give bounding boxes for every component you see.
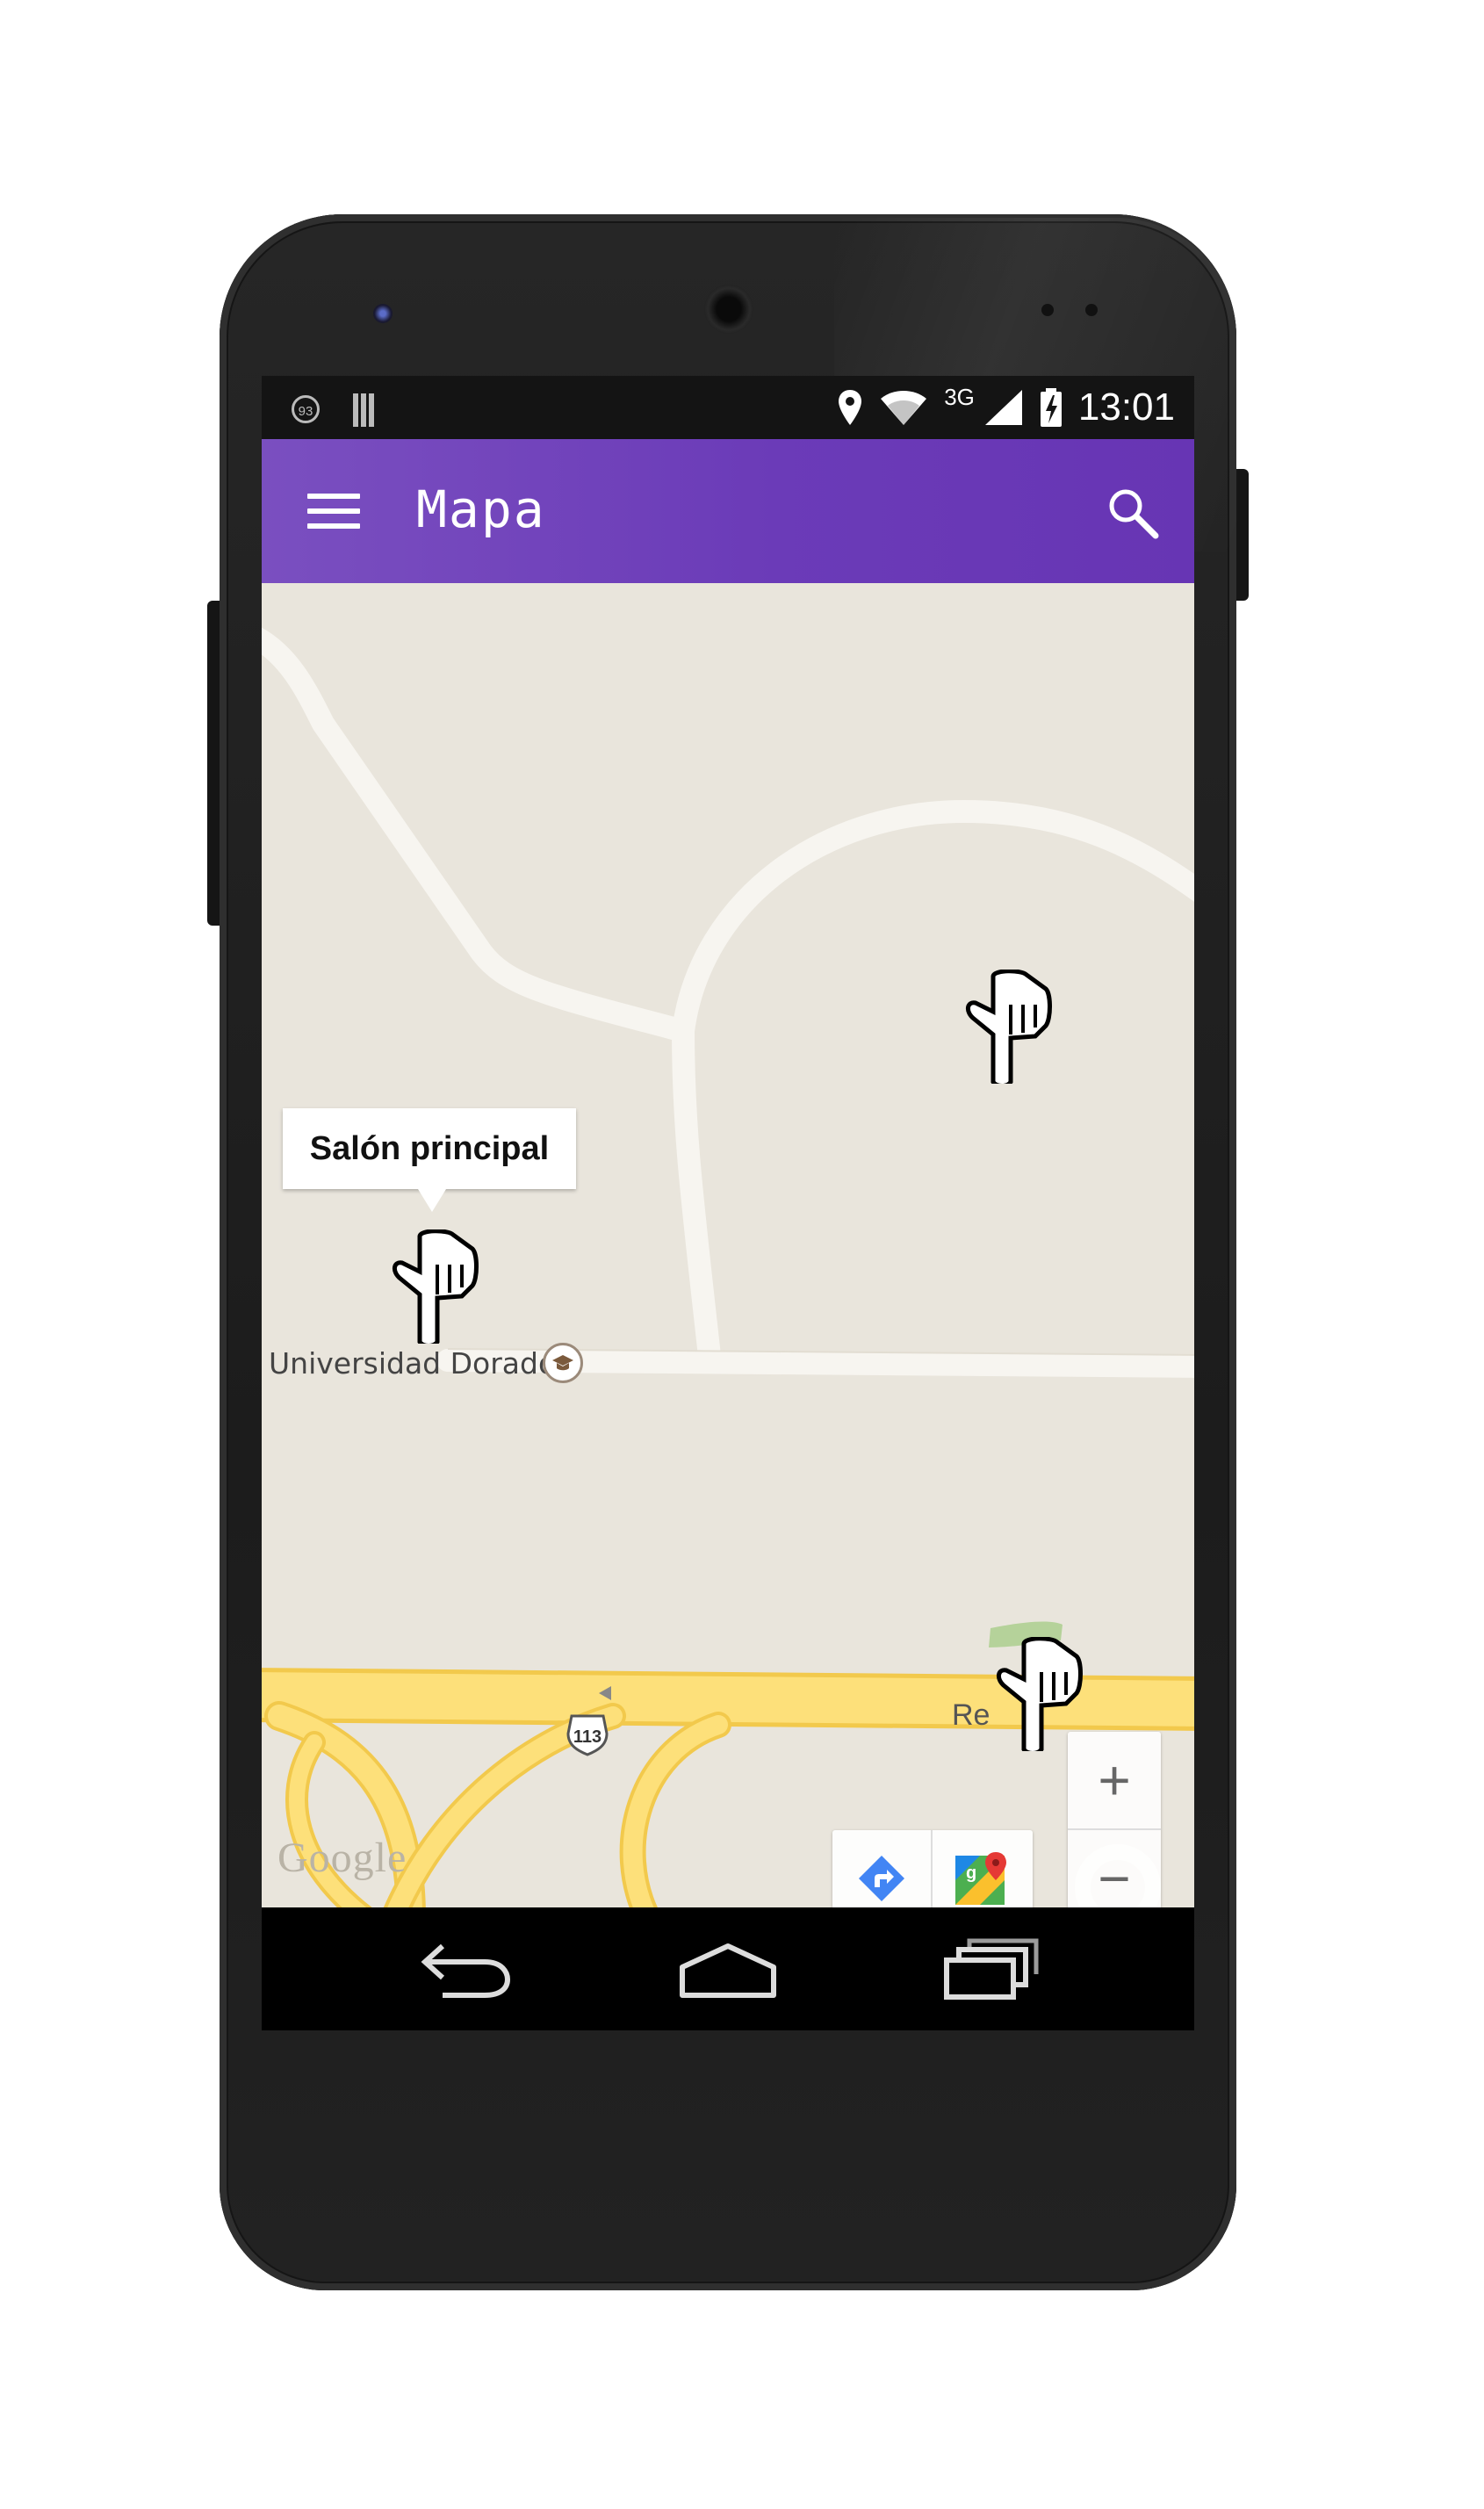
search-icon[interactable] <box>1105 485 1161 541</box>
directions-icon <box>859 1856 904 1901</box>
highway-shield-label: 113 <box>573 1727 602 1747</box>
location-icon <box>839 390 862 425</box>
page-title: Mapa <box>416 479 546 539</box>
map-toolbar: g <box>832 1830 1033 1907</box>
marker-info-window[interactable]: Salón principal <box>283 1108 576 1189</box>
info-window-pointer <box>418 1189 446 1212</box>
road-label: Re <box>952 1698 991 1732</box>
poi-label[interactable]: Universidad Dorados <box>269 1346 571 1381</box>
open-in-google-maps-button[interactable]: g <box>933 1830 1031 1907</box>
zoom-in-button[interactable]: + <box>1068 1732 1161 1830</box>
google-attribution: Google <box>277 1835 407 1881</box>
app-bar: Mapa <box>262 439 1194 583</box>
barcode-notification-icon <box>353 393 385 427</box>
back-icon[interactable] <box>416 1934 522 2004</box>
front-camera <box>373 304 393 323</box>
directions-button[interactable] <box>832 1830 933 1907</box>
signal-icon <box>984 390 1022 425</box>
status-bar: 93 3G 13:01 <box>262 376 1194 439</box>
network-type: 3G <box>944 383 975 410</box>
home-icon[interactable] <box>675 1934 781 2004</box>
battery-charging-icon <box>1040 388 1062 427</box>
wifi-icon <box>881 391 927 425</box>
clock: 13:01 <box>1077 386 1175 429</box>
proximity-sensor <box>1041 304 1054 316</box>
zoom-out-button[interactable]: − <box>1068 1830 1161 1907</box>
hamburger-menu-icon[interactable] <box>307 494 360 529</box>
navigation-bar <box>262 1907 1194 2030</box>
notification-badge: 93 <box>292 395 320 423</box>
pointing-hand-marker[interactable] <box>385 1229 481 1344</box>
svg-text:g: g <box>966 1864 976 1883</box>
map-view[interactable]: 113 Salón principal Universidad Dorados <box>262 583 1194 1907</box>
graduation-cap-icon[interactable] <box>543 1343 583 1383</box>
google-maps-icon: g <box>955 1852 1006 1905</box>
earpiece-speaker <box>704 285 753 334</box>
zoom-controls: + − <box>1068 1732 1161 1907</box>
recents-icon[interactable] <box>938 1934 1043 2004</box>
light-sensor <box>1085 304 1098 316</box>
pointing-hand-marker[interactable] <box>958 970 1055 1084</box>
phone-screen: 93 3G 13:01 Mapa 113 Salón principal Uni… <box>262 376 1194 2030</box>
info-window-title: Salón principal <box>309 1129 550 1167</box>
